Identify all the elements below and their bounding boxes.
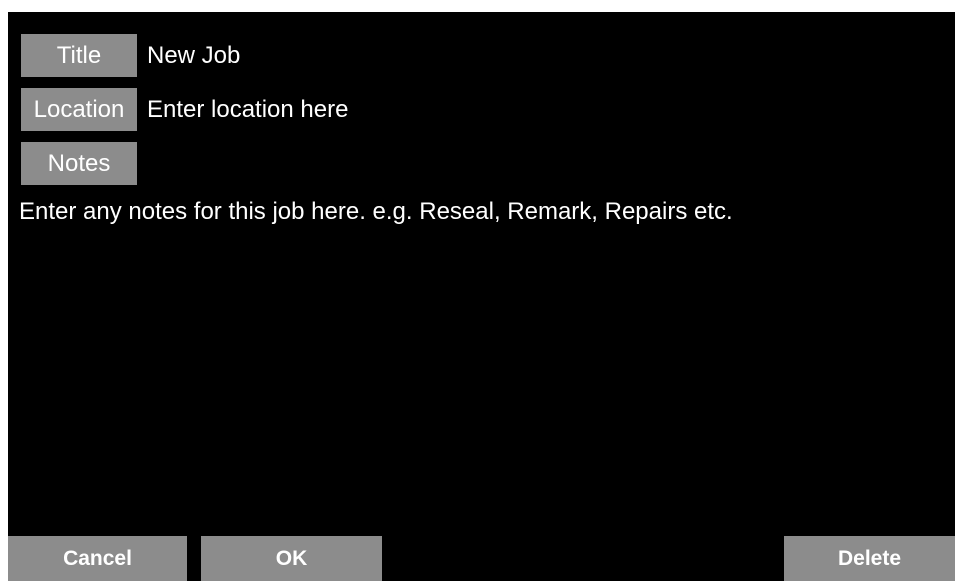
ok-button[interactable]: OK <box>201 536 382 581</box>
notes-button[interactable]: Notes <box>21 142 137 185</box>
title-button[interactable]: Title <box>21 34 137 77</box>
location-row: Location Enter location here <box>21 88 348 131</box>
title-row: Title New Job <box>21 34 240 77</box>
notes-value[interactable]: Enter any notes for this job here. e.g. … <box>19 198 733 226</box>
title-value[interactable]: New Job <box>147 42 240 70</box>
delete-button[interactable]: Delete <box>784 536 955 581</box>
cancel-button[interactable]: Cancel <box>8 536 187 581</box>
job-edit-screen: Title New Job Location Enter location he… <box>8 12 955 581</box>
notes-row: Notes <box>21 142 137 185</box>
location-value[interactable]: Enter location here <box>147 96 348 124</box>
location-button[interactable]: Location <box>21 88 137 131</box>
